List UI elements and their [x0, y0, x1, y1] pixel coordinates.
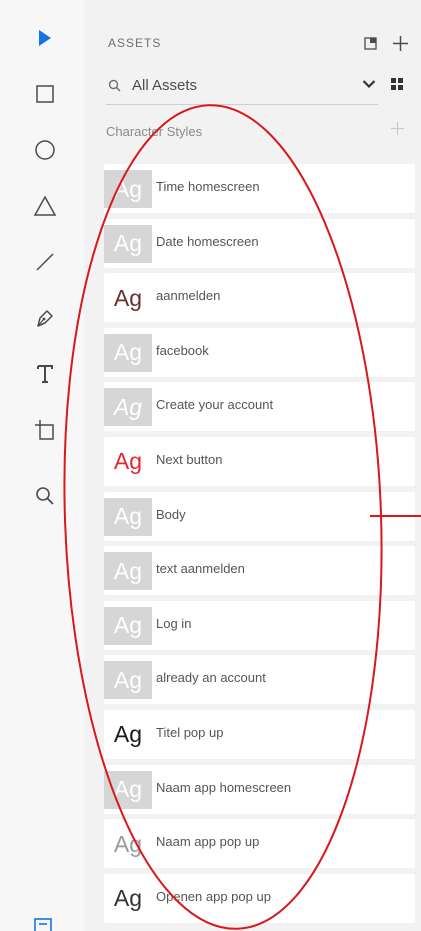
style-preview: Ag: [104, 388, 152, 427]
style-preview: Ag: [113, 284, 143, 311]
style-label: Next button: [156, 451, 223, 467]
search-input[interactable]: [132, 74, 332, 96]
character-style-item[interactable]: Ag Naam app homescreen: [104, 764, 415, 814]
style-preview: Ag: [113, 830, 143, 857]
style-label: aanmelden: [156, 288, 221, 304]
style-preview: Ag: [104, 497, 152, 536]
character-style-item[interactable]: Ag Log in: [104, 600, 415, 650]
style-label: Date homescreen: [156, 233, 259, 249]
style-preview: Ag: [104, 770, 152, 809]
search-icon: [108, 79, 121, 92]
character-style-item[interactable]: Ag Body: [104, 491, 415, 541]
character-style-item[interactable]: Ag Next button: [104, 436, 415, 486]
style-label: Body: [156, 506, 186, 522]
asset-search: [106, 70, 378, 105]
text-tool[interactable]: [25, 354, 65, 394]
section-label: Character Styles: [106, 124, 203, 139]
pen-tool[interactable]: [25, 298, 65, 338]
text-icon: [37, 365, 53, 383]
style-preview: Ag: [104, 552, 152, 591]
style-preview: Ag: [104, 333, 152, 372]
character-style-item[interactable]: Ag aanmelden: [104, 273, 415, 323]
tool-bar: [0, 0, 85, 931]
style-label: Openen app pop up: [156, 888, 271, 904]
line-tool[interactable]: [25, 242, 65, 282]
add-character-style-icon[interactable]: [390, 121, 405, 136]
app-window: ASSETS Character Styles: [0, 0, 421, 931]
character-style-item[interactable]: Ag Naam app pop up: [104, 819, 415, 869]
style-preview: Ag: [113, 885, 143, 912]
polygon-tool[interactable]: [25, 186, 65, 226]
select-arrow-icon: [39, 30, 51, 46]
assets-panel: ASSETS Character Styles: [84, 0, 421, 931]
character-style-item[interactable]: Ag Time homescreen: [104, 164, 415, 213]
zoom-icon: [36, 487, 54, 505]
pen-icon: [37, 310, 53, 327]
character-style-item[interactable]: Ag Openen app pop up: [104, 873, 415, 923]
style-preview: Ag: [104, 224, 152, 263]
ellipse-icon: [35, 140, 55, 160]
character-style-item[interactable]: Ag Titel pop up: [104, 709, 415, 759]
character-styles-list: Ag Time homescreen Ag Date homescreen Ag aanm…: [104, 164, 415, 928]
style-preview: Ag: [104, 606, 152, 645]
style-preview: Ag: [104, 170, 152, 208]
zoom-tool[interactable]: [25, 476, 65, 516]
grid-view-icon[interactable]: [390, 77, 404, 91]
style-preview: Ag: [113, 721, 143, 748]
style-label: facebook: [156, 342, 209, 358]
triangle-icon: [33, 195, 57, 216]
character-style-item[interactable]: Ag already an account: [104, 655, 415, 705]
character-style-item[interactable]: Ag Create your account: [104, 382, 415, 432]
style-label: text aanmelden: [156, 561, 245, 577]
rectangle-tool[interactable]: [25, 74, 65, 114]
chevron-down-icon[interactable]: [362, 79, 376, 89]
style-label: Create your account: [156, 397, 274, 413]
style-label: already an account: [156, 670, 266, 686]
line-icon: [36, 253, 54, 271]
character-style-item[interactable]: Ag Date homescreen: [104, 218, 415, 268]
style-preview: Ag: [113, 448, 143, 475]
rectangle-icon: [36, 85, 54, 103]
open-library-icon[interactable]: [364, 37, 377, 50]
add-icon[interactable]: [392, 35, 409, 52]
artboard-tool[interactable]: [25, 410, 65, 450]
style-preview: Ag: [104, 661, 152, 700]
style-label: Titel pop up: [156, 724, 224, 740]
style-label: Time homescreen: [156, 179, 260, 194]
panel-title: ASSETS: [108, 36, 162, 50]
character-style-item[interactable]: Ag text aanmelden: [104, 546, 415, 596]
style-label: Naam app homescreen: [156, 779, 292, 795]
style-label: Log in: [156, 615, 192, 631]
artboard-icon: [35, 420, 54, 440]
ellipse-tool[interactable]: [25, 130, 65, 170]
select-tool[interactable]: [25, 18, 65, 58]
document-assets-icon[interactable]: [34, 918, 52, 931]
style-label: Naam app pop up: [156, 834, 260, 850]
character-style-item[interactable]: Ag facebook: [104, 327, 415, 377]
